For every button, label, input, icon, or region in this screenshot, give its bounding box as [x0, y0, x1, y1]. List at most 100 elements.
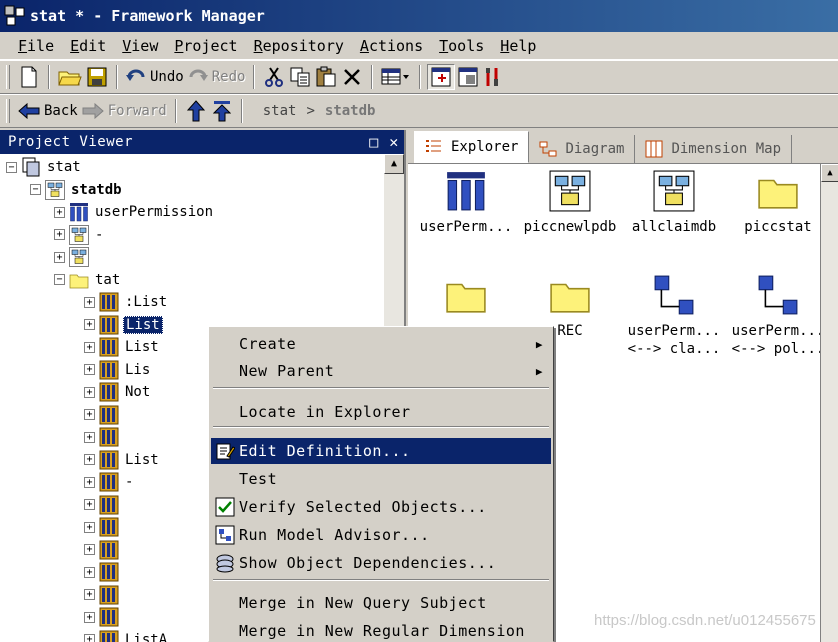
- explorer-item[interactable]: userPerm... <--> pol...: [726, 274, 830, 358]
- expand-icon[interactable]: +: [84, 341, 95, 353]
- open-button[interactable]: [56, 64, 84, 90]
- tree-node[interactable]: +: [54, 246, 97, 268]
- expand-icon[interactable]: +: [84, 476, 95, 488]
- menu-edit[interactable]: Edit: [62, 37, 114, 55]
- explorer-item[interactable]: piccnewlpdb: [518, 170, 622, 236]
- expand-icon[interactable]: +: [84, 589, 95, 600]
- menu-actions[interactable]: Actions: [352, 37, 431, 55]
- menu-item-run-model-advisor[interactable]: Run Model Advisor...: [211, 522, 551, 548]
- paste-button[interactable]: [313, 64, 339, 90]
- expand-icon[interactable]: +: [84, 634, 95, 642]
- tree-node[interactable]: + Not: [84, 381, 152, 403]
- menu-item-verify-selected-objects[interactable]: Verify Selected Objects...: [211, 494, 551, 520]
- explorer-item[interactable]: userPerm... <--> cla...: [622, 274, 726, 358]
- undo-icon: [126, 69, 145, 81]
- expand-icon[interactable]: +: [84, 566, 95, 578]
- explorer-item[interactable]: userPerm...: [414, 170, 518, 236]
- menu-item-show-object-dependencies[interactable]: Show Object Dependencies...: [211, 550, 551, 576]
- tree-node[interactable]: +: [84, 516, 127, 538]
- tools-button[interactable]: [481, 64, 507, 90]
- menu-file[interactable]: File: [10, 37, 62, 55]
- top-button[interactable]: [209, 98, 235, 124]
- menu-help[interactable]: Help: [492, 37, 544, 55]
- tree-node[interactable]: +: [84, 606, 127, 628]
- tab-diagram[interactable]: Diagram: [529, 135, 636, 163]
- tree-node[interactable]: + List: [84, 449, 161, 471]
- new-button[interactable]: [16, 64, 42, 90]
- toolbar-grip[interactable]: [6, 99, 10, 123]
- forward-button[interactable]: Forward: [80, 98, 169, 124]
- breadcrumb-item[interactable]: stat: [263, 103, 297, 119]
- tree-node[interactable]: + Lis: [84, 359, 152, 381]
- tree-node[interactable]: + -: [84, 471, 135, 493]
- expand-icon[interactable]: +: [54, 229, 65, 240]
- expand-icon[interactable]: +: [84, 296, 95, 308]
- menu-item-test[interactable]: Test: [211, 466, 551, 492]
- tree-node[interactable]: − stat: [6, 156, 83, 178]
- expand-icon[interactable]: +: [84, 521, 95, 533]
- menu-project[interactable]: Project: [166, 37, 245, 55]
- explorer-item[interactable]: allclaimdb: [622, 170, 726, 236]
- collapse-icon[interactable]: −: [6, 161, 17, 173]
- expand-icon[interactable]: +: [84, 386, 95, 398]
- undo-button[interactable]: Undo: [124, 64, 186, 90]
- copy-button[interactable]: [287, 64, 313, 90]
- tree-node[interactable]: − statdb: [30, 179, 124, 201]
- tree-node[interactable]: +: [84, 426, 127, 448]
- view-options-button[interactable]: [379, 64, 413, 90]
- tab-dimension-map[interactable]: Dimension Map: [635, 135, 793, 163]
- expand-icon[interactable]: +: [84, 409, 95, 420]
- tab-explorer[interactable]: Explorer: [414, 131, 530, 163]
- save-button[interactable]: [84, 64, 110, 90]
- project-viewer-toggle[interactable]: [427, 64, 456, 90]
- delete-button[interactable]: [339, 64, 365, 90]
- tree-node[interactable]: +:List: [84, 291, 169, 313]
- menu-item-merge-query-subject[interactable]: Merge in New Query Subject: [211, 590, 551, 616]
- menu-item-locate-in-explorer[interactable]: Locate in Explorer: [211, 399, 551, 425]
- explorer-scrollbar[interactable]: ▲: [820, 164, 838, 642]
- tree-node[interactable]: − tat: [54, 269, 122, 291]
- tree-node[interactable]: +: [84, 494, 127, 516]
- back-button[interactable]: Back: [16, 98, 80, 124]
- expand-icon[interactable]: +: [84, 431, 95, 443]
- tree-node[interactable]: + List: [84, 336, 161, 358]
- menu-view[interactable]: View: [114, 37, 166, 55]
- menu-repository[interactable]: Repository: [246, 37, 352, 55]
- up-button[interactable]: [183, 98, 209, 124]
- menu-item-merge-regular-dimension[interactable]: Merge in New Regular Dimension: [211, 618, 551, 642]
- properties-button[interactable]: [455, 64, 481, 90]
- menu-tools[interactable]: Tools: [431, 37, 492, 55]
- collapse-icon[interactable]: −: [54, 274, 65, 285]
- model-advisor-icon: [215, 525, 235, 545]
- tree-node[interactable]: + userPermission: [54, 201, 215, 223]
- tree-node[interactable]: +: [84, 404, 127, 426]
- tree-node[interactable]: + -: [54, 224, 105, 246]
- expand-icon[interactable]: +: [84, 611, 95, 623]
- expand-icon[interactable]: +: [84, 499, 95, 510]
- expand-icon[interactable]: +: [84, 364, 95, 375]
- maximize-icon[interactable]: □: [364, 133, 384, 151]
- cut-button[interactable]: [261, 64, 287, 90]
- menu-item-create[interactable]: Create ▶: [211, 331, 551, 357]
- expand-icon[interactable]: +: [54, 206, 65, 218]
- expand-icon[interactable]: +: [54, 251, 65, 263]
- tree-node[interactable]: +: [84, 561, 127, 583]
- scroll-up-arrow[interactable]: ▲: [821, 164, 838, 182]
- tree-node[interactable]: + ListA: [84, 629, 169, 642]
- close-icon[interactable]: ✕: [384, 133, 404, 151]
- scroll-up-arrow[interactable]: ▲: [384, 154, 404, 174]
- expand-icon[interactable]: +: [84, 544, 95, 555]
- toolbar-grip[interactable]: [6, 65, 10, 89]
- redo-button[interactable]: Redo: [186, 64, 248, 90]
- collapse-icon[interactable]: −: [30, 184, 41, 195]
- expand-icon[interactable]: +: [84, 454, 95, 465]
- tree-node[interactable]: + List: [84, 314, 163, 336]
- explorer-item[interactable]: piccstat: [726, 170, 830, 236]
- explorer-item[interactable]: [414, 274, 518, 322]
- menu-item-new-parent[interactable]: New Parent ▶: [211, 358, 551, 384]
- breadcrumb-item[interactable]: statdb: [325, 103, 376, 119]
- expand-icon[interactable]: +: [84, 319, 95, 330]
- tree-node[interactable]: +: [84, 584, 127, 606]
- tree-node[interactable]: +: [84, 539, 127, 561]
- menu-item-edit-definition[interactable]: Edit Definition...: [211, 438, 551, 464]
